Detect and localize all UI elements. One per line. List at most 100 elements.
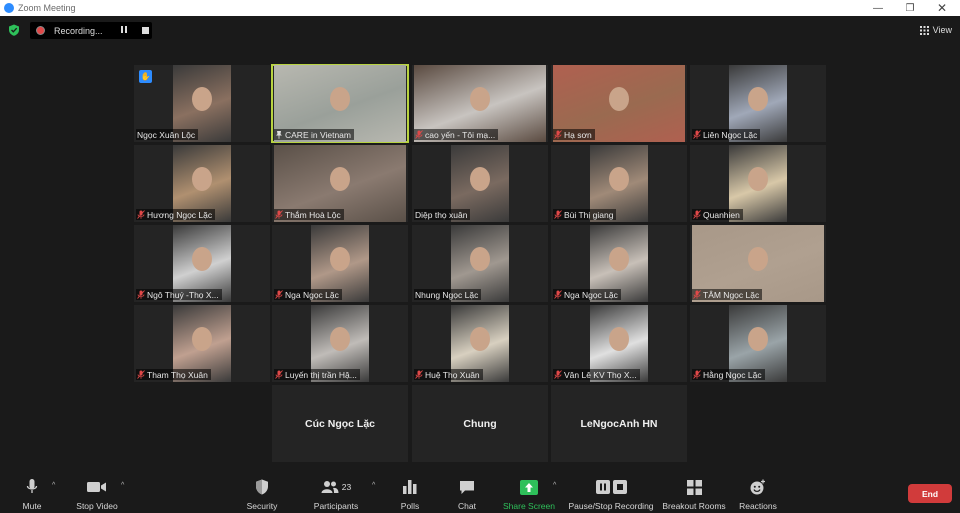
close-icon[interactable]: ✕ — [926, 0, 958, 16]
muted-microphone-icon — [137, 370, 145, 379]
reactions-button[interactable]: Reactions — [722, 477, 794, 511]
participant-name: Ngô Thuý -Thọ X... — [147, 289, 219, 300]
muted-microphone-icon — [554, 290, 562, 299]
microphone-icon — [26, 479, 38, 493]
participant-tile[interactable]: Bùi Thị giang — [551, 145, 687, 222]
participant-tile[interactable]: Vân Lê KV Thọ X... — [551, 305, 687, 382]
participant-name: Thắm Hoà Lộc — [285, 209, 341, 220]
participant-name: Hương Ngọc Lặc — [147, 209, 213, 220]
participant-tile[interactable]: Nga Ngọc Lặc — [272, 225, 408, 302]
end-meeting-button[interactable]: End — [908, 484, 952, 503]
polls-icon — [403, 480, 417, 494]
participant-tile[interactable]: Liên Ngọc Lặc — [690, 65, 826, 142]
participant-face — [748, 167, 768, 191]
participant-name-label: Hằng Ngọc Lặc — [692, 369, 765, 380]
participant-tile[interactable]: Quanhien — [690, 145, 826, 222]
meeting-topbar: Recording... View — [0, 16, 960, 44]
stop-video-label: Stop Video — [76, 501, 118, 511]
participant-name-label: Quanhien — [692, 209, 743, 220]
muted-microphone-icon — [275, 210, 283, 219]
share-options-chevron-icon[interactable]: ^ — [553, 482, 556, 489]
reactions-smiley-icon — [750, 479, 765, 495]
participant-tile[interactable]: Luyến thị trần Hậ... — [272, 305, 408, 382]
security-label: Security — [246, 501, 278, 511]
muted-microphone-icon — [275, 370, 283, 379]
participant-name: Nhung Ngọc Lặc — [415, 289, 479, 300]
participant-count: 23 — [341, 482, 352, 492]
security-shield-icon — [256, 479, 268, 495]
participant-tile[interactable]: Hương Ngọc Lặc — [134, 145, 270, 222]
participant-name-label: Bùi Thị giang — [553, 209, 617, 220]
minimize-icon[interactable]: — — [862, 0, 894, 16]
participants-label: Participants — [313, 501, 359, 511]
participant-name-label: Luyến thị trần Hậ... — [274, 369, 360, 380]
pin-icon — [276, 131, 282, 139]
maximize-icon[interactable]: ❐ — [894, 0, 926, 16]
participant-tile[interactable]: Nhung Ngọc Lặc — [412, 225, 548, 302]
participant-tile[interactable]: Hạ sơn — [551, 65, 687, 142]
window-title: Zoom Meeting — [18, 3, 76, 13]
participant-tile[interactable]: CARE in Vietnam — [271, 64, 409, 143]
participant-name: Hằng Ngọc Lặc — [703, 369, 762, 380]
participant-name-label: cao yến - Tôi mạ... — [414, 129, 499, 140]
participant-face — [192, 167, 212, 191]
participant-face — [330, 247, 350, 271]
participant-name: TÂM Ngọc Lặc — [703, 289, 760, 300]
pause-recording-icon[interactable] — [121, 26, 131, 35]
mute-button[interactable]: Mute — [0, 477, 68, 511]
participant-name-label: Thắm Hoà Lộc — [274, 209, 344, 220]
participant-tile-no-video[interactable]: LeNgocAnh HN — [551, 385, 687, 462]
raised-hand-icon: ✋ — [139, 70, 152, 83]
participant-name: Vân Lê KV Thọ X... — [564, 369, 637, 380]
share-screen-label: Share Screen — [503, 501, 555, 511]
muted-microphone-icon — [693, 210, 701, 219]
participant-tile[interactable]: Huệ Thọ Xuân — [412, 305, 548, 382]
security-button[interactable]: Security — [226, 477, 298, 511]
participant-tile-no-video[interactable]: Chung — [412, 385, 548, 462]
participant-name: Huệ Thọ Xuân — [425, 369, 480, 380]
participant-name-label: Vân Lê KV Thọ X... — [553, 369, 640, 380]
participant-face — [609, 167, 629, 191]
participant-name-label: Nga Ngọc Lặc — [553, 289, 621, 300]
participant-tile[interactable]: Diệp thọ xuân — [412, 145, 548, 222]
audio-options-chevron-icon[interactable]: ^ — [52, 482, 55, 489]
participant-name: Ngọc Xuân Lộc — [137, 129, 196, 140]
participant-display-name: Cúc Ngọc Lặc — [304, 417, 375, 430]
participant-tile[interactable]: Hằng Ngọc Lặc — [690, 305, 826, 382]
participants-button[interactable]: 23 Participants — [300, 477, 372, 511]
participant-tile[interactable]: Tham Thọ Xuân — [134, 305, 270, 382]
participant-tile[interactable]: ✋ Ngọc Xuân Lộc — [134, 65, 270, 142]
participant-face — [330, 327, 350, 351]
pause-icon — [595, 480, 610, 494]
participant-face — [192, 327, 212, 351]
participant-name: Liên Ngọc Lặc — [703, 129, 758, 140]
recording-dot-icon — [36, 26, 45, 35]
view-button[interactable]: View — [919, 25, 952, 35]
recording-label: Recording... — [54, 25, 103, 36]
participant-tile-no-video[interactable]: Cúc Ngọc Lặc — [272, 385, 408, 462]
participant-tile[interactable]: Nga Ngọc Lặc — [551, 225, 687, 302]
video-options-chevron-icon[interactable]: ^ — [121, 482, 124, 489]
muted-microphone-icon — [554, 210, 562, 219]
participant-face — [748, 247, 768, 271]
muted-microphone-icon — [137, 210, 145, 219]
muted-microphone-icon — [693, 290, 701, 299]
participant-tile[interactable]: Ngô Thuý -Thọ X... — [134, 225, 270, 302]
participant-face — [470, 87, 490, 111]
breakout-rooms-button[interactable]: Breakout Rooms — [658, 477, 730, 511]
participant-name: Bùi Thị giang — [564, 209, 614, 220]
participant-face — [330, 167, 350, 191]
participant-name: Quanhien — [703, 209, 740, 220]
stop-recording-icon[interactable] — [142, 27, 149, 34]
participant-face — [330, 87, 350, 111]
participant-tile[interactable]: cao yến - Tôi mạ... — [412, 65, 548, 142]
breakout-rooms-label: Breakout Rooms — [662, 501, 726, 511]
meeting-toolbar: Mute ^ Stop Video ^ Security 23 Particip… — [0, 473, 960, 513]
participant-tile[interactable]: Thắm Hoà Lộc — [272, 145, 408, 222]
participant-name: Luyến thị trần Hậ... — [285, 369, 357, 380]
participant-tile[interactable]: TÂM Ngọc Lặc — [690, 225, 826, 302]
encryption-shield-icon[interactable] — [8, 24, 20, 36]
participant-face — [192, 247, 212, 271]
pause-stop-recording-button[interactable]: Pause/Stop Recording — [568, 477, 654, 511]
video-camera-icon — [87, 482, 106, 492]
